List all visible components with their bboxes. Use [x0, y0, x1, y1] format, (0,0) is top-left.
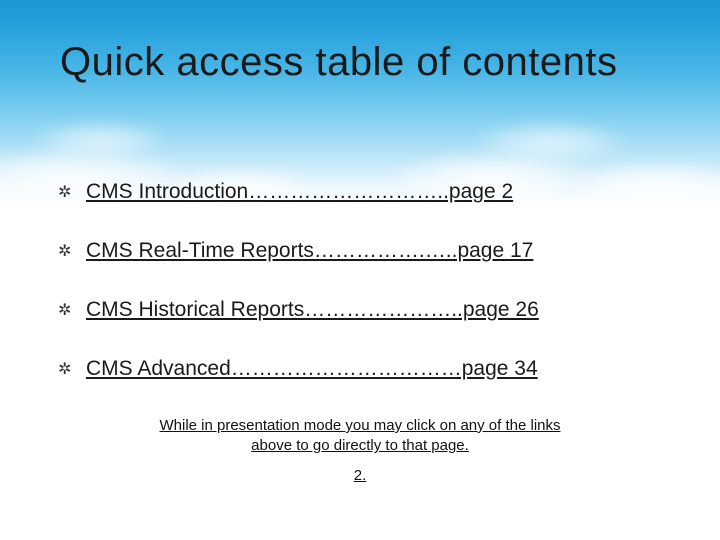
table-of-contents: CMS Introduction………………………..page 2 CMS Re… — [60, 180, 660, 381]
instruction-note: While in presentation mode you may click… — [150, 416, 570, 457]
toc-item: CMS Introduction………………………..page 2 — [86, 180, 660, 204]
slide-content: Quick access table of contents CMS Intro… — [0, 0, 720, 540]
toc-link-introduction[interactable]: CMS Introduction………………………..page 2 — [86, 180, 513, 203]
toc-link-historical-reports[interactable]: CMS Historical Reports…………………..page 26 — [86, 298, 539, 321]
toc-link-advanced[interactable]: CMS Advanced……………………………page 34 — [86, 357, 538, 380]
toc-item: CMS Historical Reports…………………..page 26 — [86, 298, 660, 322]
page-number: 2. — [60, 467, 660, 484]
page-title: Quick access table of contents — [60, 40, 660, 85]
toc-item: CMS Real-Time Reports…………….…..page 17 — [86, 239, 660, 263]
toc-item: CMS Advanced……………………………page 34 — [86, 357, 660, 381]
toc-link-realtime-reports[interactable]: CMS Real-Time Reports…………….…..page 17 — [86, 239, 533, 262]
